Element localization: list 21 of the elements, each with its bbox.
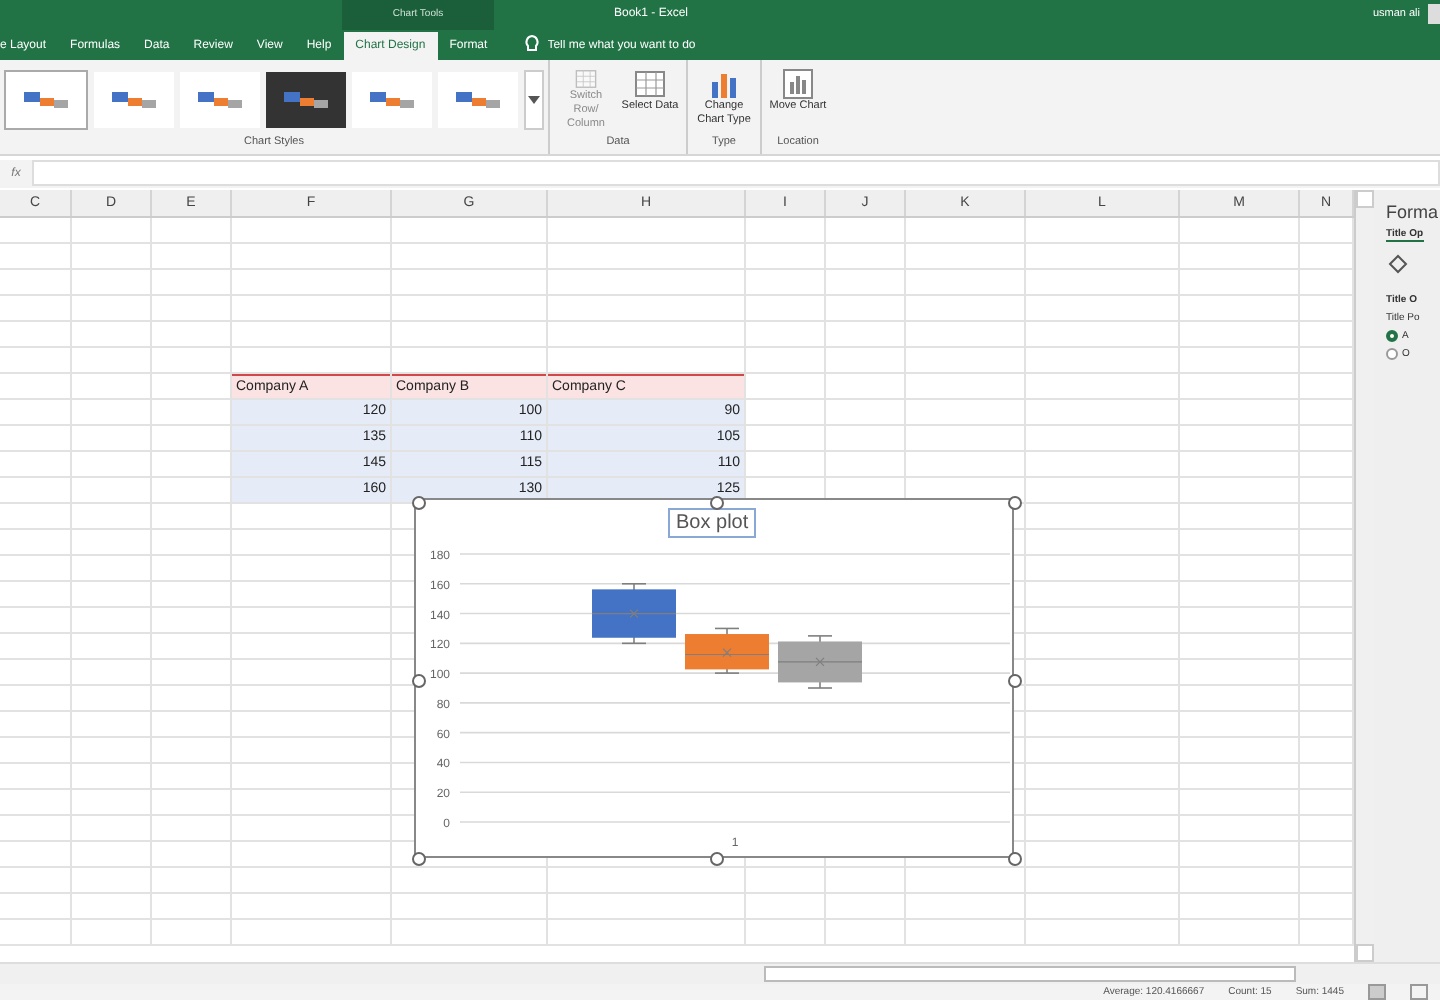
pane-title: Forma <box>1386 201 1439 222</box>
resize-handle[interactable] <box>412 851 426 866</box>
chart-title[interactable]: Box plot <box>668 507 757 538</box>
horizontal-scrollbar[interactable] <box>764 966 1296 983</box>
table-swap-icon <box>570 67 602 90</box>
resize-handle[interactable] <box>710 851 724 866</box>
chart-style-thumbnail[interactable] <box>180 71 260 128</box>
page-layout-icon[interactable] <box>1410 983 1428 1000</box>
chart-style-thumbnail[interactable] <box>4 69 88 130</box>
resize-handle[interactable] <box>412 673 426 688</box>
lightbulb-icon <box>523 33 540 54</box>
chart-style-thumbnail[interactable] <box>94 71 174 128</box>
radio-button[interactable] <box>1386 329 1398 342</box>
chart-style-thumbnail[interactable] <box>352 71 432 128</box>
radio-button[interactable] <box>1386 347 1398 360</box>
gallery-more-button[interactable] <box>524 69 544 130</box>
chart-style-thumbnail[interactable] <box>266 71 346 128</box>
caret-icon <box>528 95 540 104</box>
table-icon <box>634 67 666 100</box>
chart-move-icon <box>782 67 814 100</box>
chart-style-thumbnail[interactable] <box>438 71 518 128</box>
